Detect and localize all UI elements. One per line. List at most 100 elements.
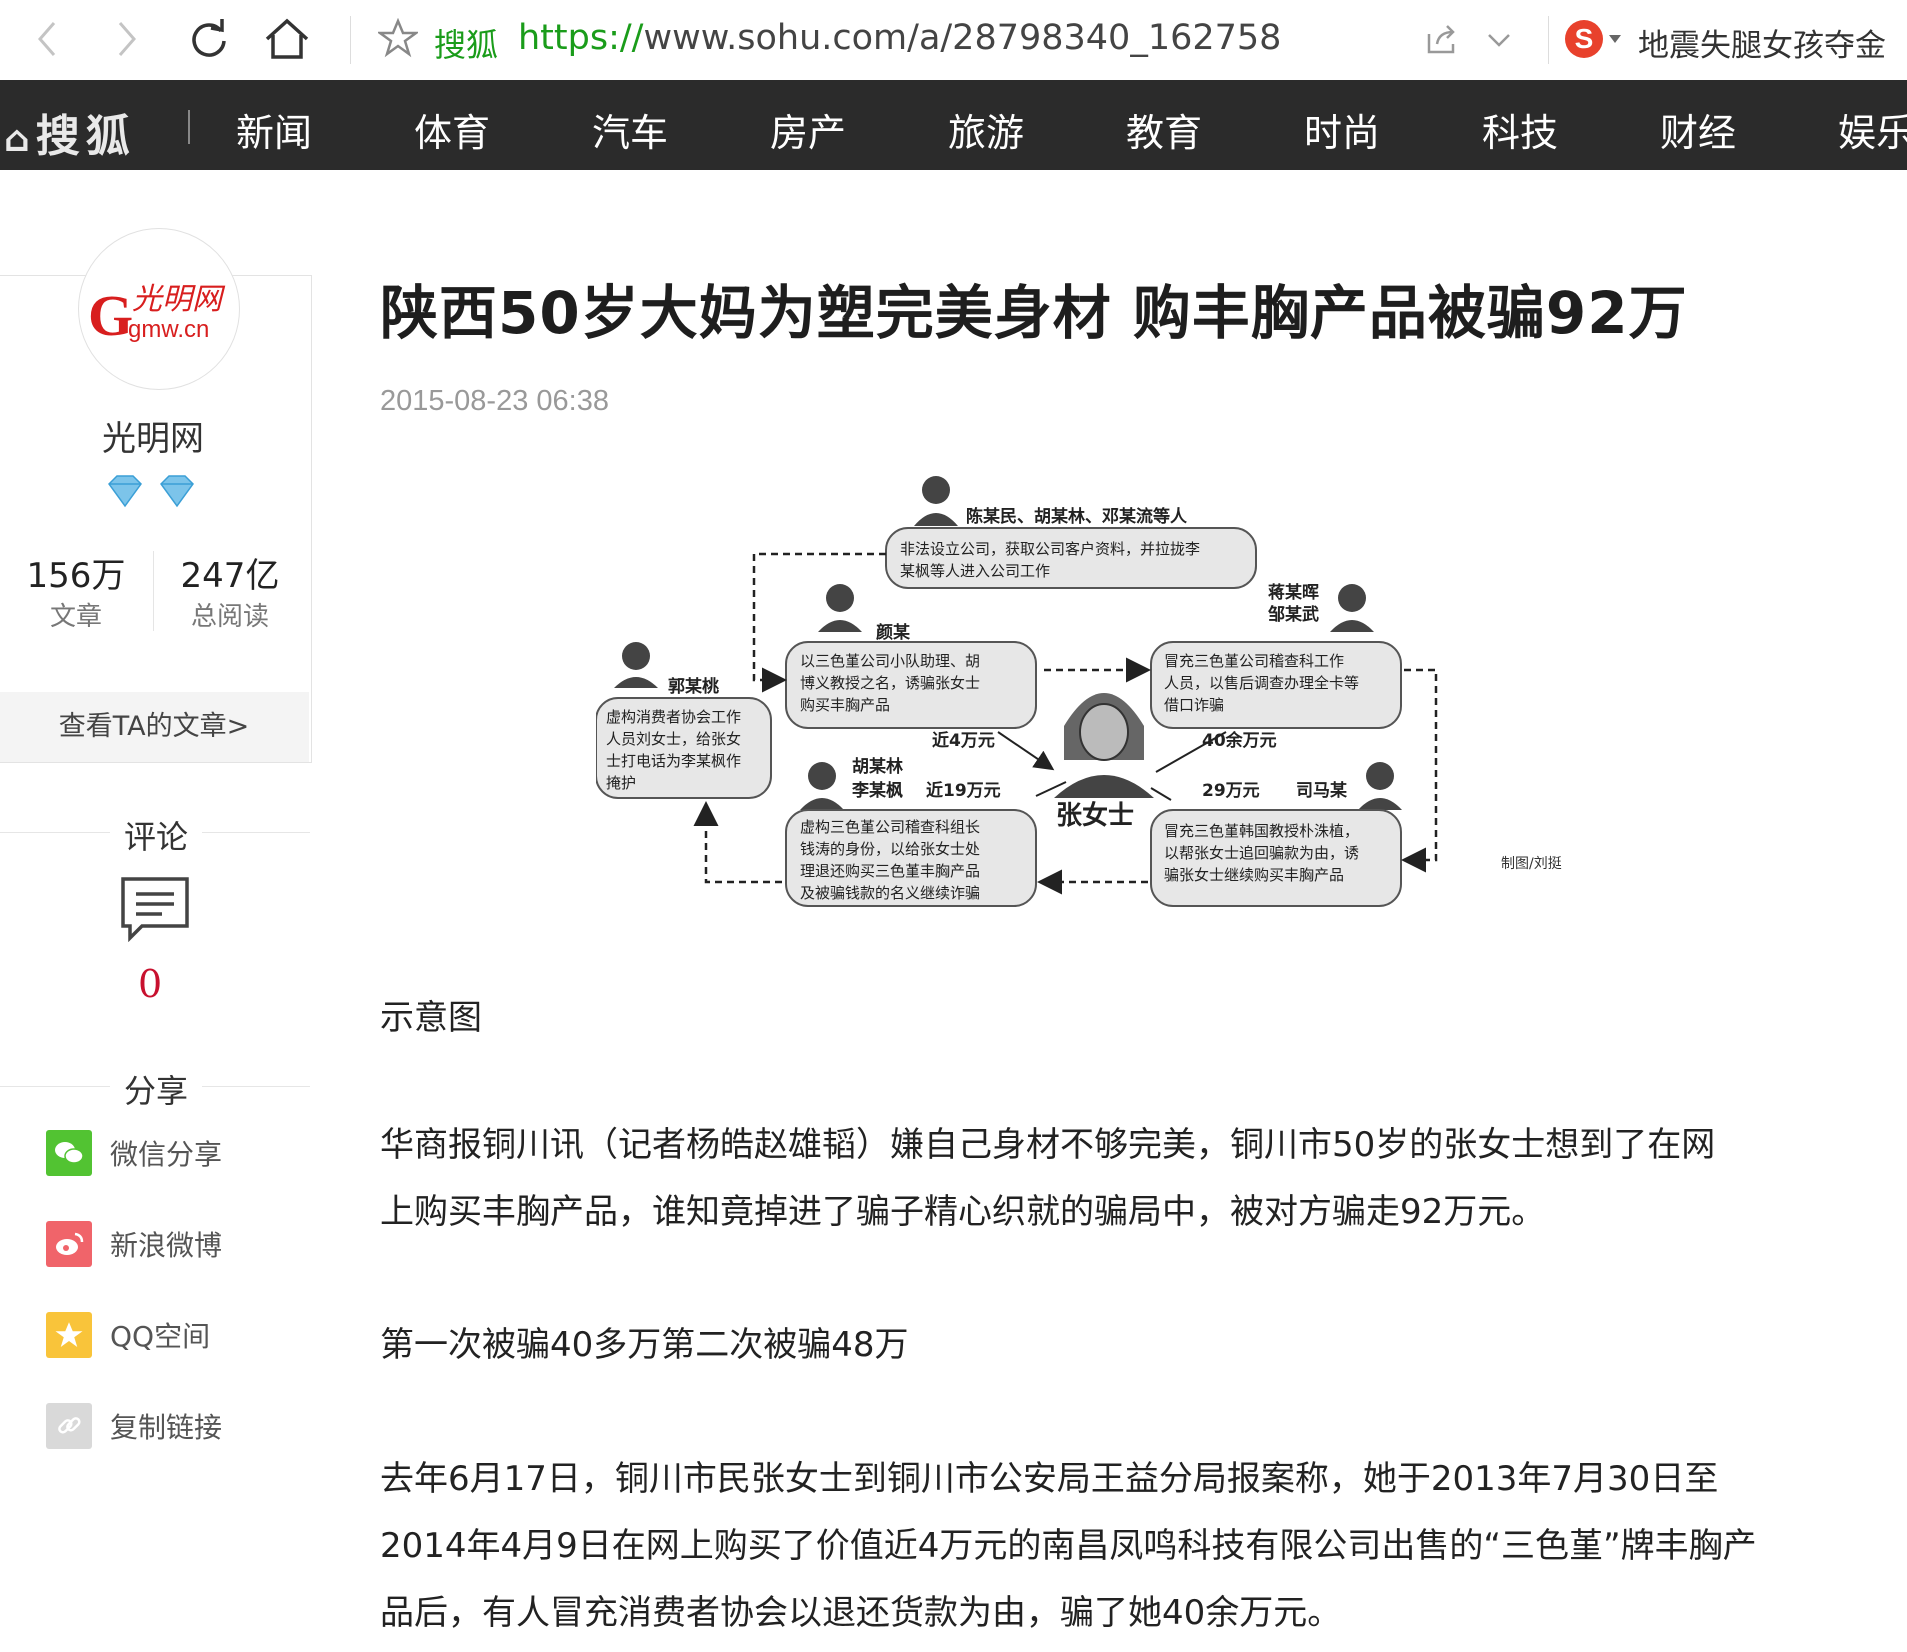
article-title: 陕西50岁大妈为塑完美身材 购丰胸产品被骗92万: [380, 279, 1688, 347]
site-label: 搜狐: [434, 26, 499, 64]
nav-item-house[interactable]: 房产: [770, 102, 846, 157]
diagram-name: 郭某桃: [668, 676, 719, 697]
comment-icon[interactable]: [120, 876, 190, 942]
comment-count[interactable]: 0: [138, 962, 162, 1006]
comments-title: 评论: [110, 812, 203, 858]
diagram-text: 钱涛的身份，以给张女士处: [800, 840, 980, 858]
diagram-name: 颜某: [876, 622, 910, 643]
fraud-diagram: 陈某民、胡某林、邓某流等人 非法设立公司，获取公司客户资料，并拉拢李 某枫等人进…: [596, 470, 1596, 912]
reads-count: 247亿: [180, 556, 280, 596]
back-button[interactable]: [22, 14, 72, 64]
diagram-text: 冒充三色堇韩国教授朴洙植，: [1164, 822, 1359, 840]
share-weibo[interactable]: 新浪微博: [46, 1221, 222, 1267]
diagram-name: 李某枫: [852, 780, 903, 801]
diagram-text: 人员，以售后调查办理全卡等: [1164, 674, 1359, 692]
diagram-text: 及被骗钱款的名义继续诈骗: [800, 884, 980, 902]
diagram-name: 邹某武: [1268, 604, 1319, 625]
engine-dropdown-icon[interactable]: [1608, 34, 1622, 44]
amount-label: 40余万元: [1202, 730, 1277, 751]
home-button[interactable]: [262, 14, 312, 64]
diagram-name: 司马某: [1296, 780, 1347, 801]
victim-name: 张女士: [1056, 800, 1134, 831]
diagram-text: 冒充三色堇公司稽查科工作: [1164, 652, 1344, 670]
reload-button[interactable]: [184, 14, 234, 64]
nav-item-entertainment[interactable]: 娱乐: [1838, 102, 1907, 157]
forward-arrow-icon: [118, 22, 136, 56]
nav-item-auto[interactable]: 汽车: [592, 102, 668, 157]
wechat-icon: [46, 1130, 92, 1176]
share-title: 分享: [110, 1066, 203, 1112]
chevron-down-icon[interactable]: [1486, 30, 1512, 50]
amount-label: 近19万元: [926, 780, 1001, 801]
nav-item-news[interactable]: 新闻: [236, 102, 312, 157]
diagram-text: 掩护: [606, 774, 636, 792]
sogou-search-icon[interactable]: S: [1565, 20, 1603, 58]
back-arrow-icon: [38, 22, 56, 56]
article-paragraph-3: 去年6月17日，铜川市民张女士到铜川市公安局王益分局报案称，她于2013年7月3…: [380, 1446, 1820, 1647]
home-icon: [265, 18, 309, 59]
diagram-name: 胡某林: [852, 756, 903, 777]
diagram-text: 虚构消费者协会工作: [606, 708, 741, 726]
paragraph-line: 2014年4月9日在网上购买了价值近4万元的南昌凤鸣科技有限公司出售的“三色堇”…: [380, 1526, 1757, 1566]
share-wechat[interactable]: 微信分享: [46, 1130, 222, 1176]
svg-text:G: G: [88, 283, 133, 348]
reads-label: 总阅读: [190, 602, 269, 632]
diagram-text: 以三色堇公司小队助理、胡: [800, 652, 980, 670]
url-path: www.sohu.com/a/28798340_162758: [643, 18, 1282, 58]
nav-item-tech[interactable]: 科技: [1482, 102, 1558, 157]
articles-count: 156万: [26, 556, 126, 596]
nav-item-finance[interactable]: 财经: [1660, 102, 1736, 157]
nav-item-fashion[interactable]: 时尚: [1304, 102, 1380, 157]
diagram-text: 借口诈骗: [1164, 696, 1224, 714]
author-avatar[interactable]: G 光明网 gmw.cn: [78, 228, 240, 390]
diagram-text: 人员刘女士，给张女: [606, 730, 741, 748]
diagram-credit: 制图/刘挺: [1501, 856, 1562, 872]
paragraph-line: 上购买丰胸产品，谁知竟掉进了骗子精心织就的骗局中，被对方骗走92万元。: [380, 1192, 1546, 1232]
site-navigation: ⌂搜狐 新闻 体育 汽车 房产 旅游 教育 时尚 科技 财经 娱乐: [0, 80, 1907, 170]
forward-button[interactable]: [102, 14, 152, 64]
nav-item-sports[interactable]: 体育: [414, 102, 490, 157]
toolbar-divider: [350, 16, 351, 64]
browser-toolbar: 搜狐 https://www.sohu.com/a/28798340_16275…: [0, 0, 1907, 81]
reload-icon: [192, 19, 226, 57]
share-qzone[interactable]: QQ空间: [46, 1312, 210, 1358]
nav-item-travel[interactable]: 旅游: [948, 102, 1024, 157]
paragraph-line: 华商报铜川讯（记者杨皓赵雄韬）嫌自己身材不够完美，铜川市50岁的张女士想到了在网: [380, 1125, 1716, 1165]
diagram-text: 某枫等人进入公司工作: [900, 562, 1050, 580]
share-page-icon[interactable]: [1425, 24, 1459, 56]
diagram-text: 骗张女士继续购买丰胸产品: [1164, 866, 1344, 884]
sohu-logo[interactable]: ⌂搜狐: [4, 100, 136, 164]
diagram-text: 购买丰胸产品: [800, 696, 890, 714]
paragraph-line: 去年6月17日，铜川市民张女士到铜川市公安局王益分局报案称，她于2013年7月3…: [380, 1459, 1719, 1499]
bookmark-star-icon[interactable]: [378, 18, 418, 58]
diagram-text: 士打电话为李某枫作: [606, 752, 741, 770]
diagram-text: 理退还购买三色堇丰胸产品: [800, 862, 980, 880]
diagram-top-names: 陈某民、胡某林、邓某流等人: [966, 506, 1188, 527]
logo-divider: [188, 110, 190, 144]
share-qzone-label: QQ空间: [110, 1320, 211, 1353]
author-badges: [105, 474, 215, 514]
share-weibo-label: 新浪微博: [110, 1229, 223, 1262]
toolbar-divider: [1548, 16, 1549, 64]
weibo-icon: [46, 1221, 92, 1267]
share-wechat-label: 微信分享: [110, 1138, 223, 1171]
nav-item-education[interactable]: 教育: [1126, 102, 1202, 157]
qzone-star-icon: [46, 1312, 92, 1358]
diagram-text: 虚构三色堇公司稽查科组长: [800, 818, 980, 836]
link-icon: [46, 1403, 92, 1449]
paragraph-line: 第一次被骗40多万第二次被骗48万: [380, 1325, 909, 1365]
paragraph-line: 品后，有人冒充消费者协会以退还货款为由，骗了她40余万元。: [380, 1593, 1342, 1633]
diagram-text: 非法设立公司，获取公司客户资料，并拉拢李: [900, 540, 1200, 558]
author-name[interactable]: 光明网: [0, 411, 307, 460]
copy-link[interactable]: 复制链接: [46, 1403, 222, 1449]
article-date: 2015-08-23 06:38: [380, 385, 609, 417]
logo-text-cn: 光明网: [132, 282, 226, 317]
address-bar[interactable]: https://www.sohu.com/a/28798340_162758: [518, 18, 1281, 58]
url-protocol: https://: [518, 18, 644, 58]
amount-label: 近4万元: [932, 730, 995, 751]
copy-link-label: 复制链接: [110, 1411, 223, 1444]
view-author-articles-link[interactable]: 查看TA的文章>: [0, 692, 309, 762]
search-suggestion[interactable]: 地震失腿女孩夺金: [1638, 20, 1886, 65]
article-subheading: 第一次被骗40多万第二次被骗48万: [380, 1312, 1820, 1379]
logo-text: 搜狐: [35, 111, 136, 162]
